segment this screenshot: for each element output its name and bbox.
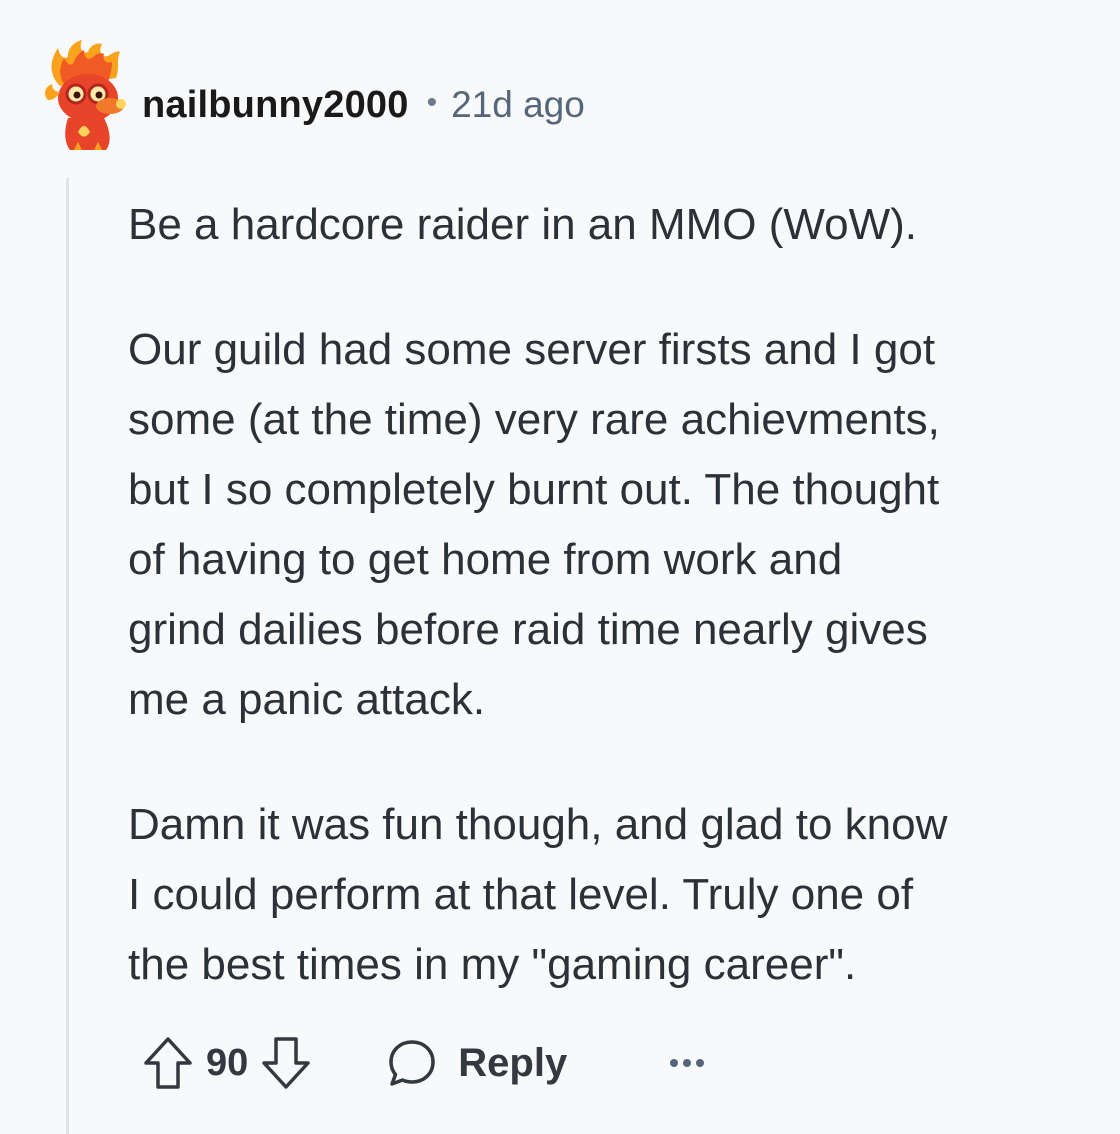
vote-count: 90 xyxy=(206,1041,249,1084)
reply-icon-wrap xyxy=(386,1037,438,1089)
speech-bubble-icon xyxy=(389,1040,436,1086)
timestamp[interactable]: 21d ago xyxy=(451,84,585,126)
comment-paragraph: Be a hardcore raider in an MMO (WoW). xyxy=(128,200,917,249)
comment-body: Be a hardcore raider in an MMO (WoW). Ou… xyxy=(128,190,1098,1000)
reply-label: Reply xyxy=(458,1040,568,1085)
arrow-down-icon xyxy=(262,1037,311,1089)
comment-header: nailbunny2000 • 21d ago xyxy=(142,80,585,130)
fire-mascot-avatar-icon xyxy=(45,40,126,150)
thread-line[interactable] xyxy=(66,178,69,1134)
downvote-button[interactable] xyxy=(260,1035,312,1091)
reply-button[interactable]: Reply xyxy=(386,1037,567,1089)
comment-paragraph: Damn it was fun though, and glad to know… xyxy=(128,800,948,989)
avatar[interactable] xyxy=(38,38,134,154)
upvote-button[interactable] xyxy=(142,1035,194,1091)
comment-paragraph: Our guild had some server firsts and I g… xyxy=(128,325,940,724)
username[interactable]: nailbunny2000 xyxy=(142,84,409,127)
more-options-button[interactable] xyxy=(667,1056,707,1070)
comment-actions: 90 Reply xyxy=(142,1028,707,1098)
separator-dot: • xyxy=(426,86,438,119)
arrow-up-icon xyxy=(144,1037,192,1089)
ellipsis-icon xyxy=(670,1059,705,1067)
